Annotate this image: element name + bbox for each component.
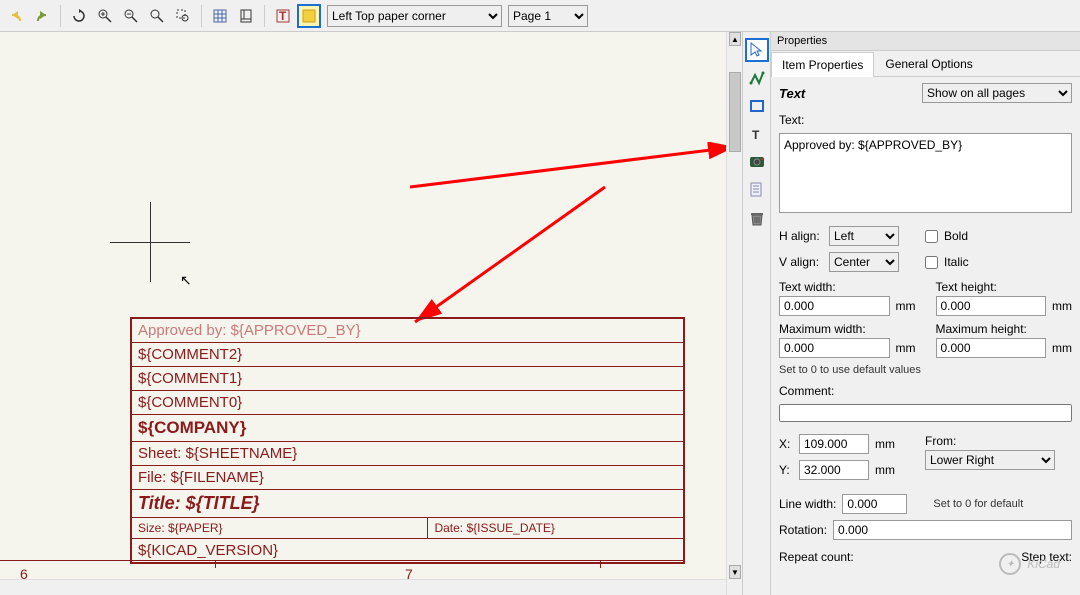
toolbar: T Left Top paper corner Page 1 [0, 0, 1080, 32]
italic-label: Italic [944, 255, 969, 269]
wechat-icon: ✦ [999, 553, 1021, 575]
from-label: From: [925, 434, 956, 448]
append-tool[interactable] [745, 178, 769, 202]
zoom-fit-button[interactable] [145, 4, 169, 28]
tab-item-properties[interactable]: Item Properties [771, 52, 874, 77]
panel-title: Properties [771, 32, 1080, 51]
zoom-out-button[interactable] [119, 4, 143, 28]
undo-button[interactable] [4, 4, 28, 28]
repeat-label: Repeat count: [779, 550, 854, 564]
maxheight-label: Maximum height: [936, 322, 1073, 336]
maxwidth-label: Maximum width: [779, 322, 916, 336]
vertical-scrollbar[interactable]: ▲ ▼ [726, 32, 742, 595]
comment-label: Comment: [779, 384, 834, 398]
x-input[interactable] [799, 434, 869, 454]
zoom-region-button[interactable] [171, 4, 195, 28]
scroll-up-icon[interactable]: ▲ [729, 32, 741, 46]
halign-label: H align: [779, 229, 823, 243]
properties-panel: Properties Item Properties General Optio… [770, 32, 1080, 595]
refresh-button[interactable] [67, 4, 91, 28]
page-select[interactable]: Page 1 [508, 5, 588, 27]
line-tool[interactable] [745, 66, 769, 90]
title-block-company: ${COMPANY} [132, 414, 683, 441]
title-block-approved: Approved by: ${APPROVED_BY} [132, 319, 683, 342]
textwidth-label: Text width: [779, 280, 916, 294]
title-block-comment2: ${COMMENT2} [132, 342, 683, 366]
title-block-version: ${KICAD_VERSION} [132, 538, 683, 562]
rotation-input[interactable] [833, 520, 1072, 540]
comment-input[interactable] [779, 404, 1072, 422]
italic-checkbox[interactable] [925, 256, 938, 269]
highlight-mode-button[interactable] [297, 4, 321, 28]
tool-palette: T [742, 32, 770, 595]
annotation-arrow [410, 142, 726, 192]
delete-tool[interactable] [745, 206, 769, 230]
svg-text:T: T [752, 128, 760, 142]
ruler-tick [600, 560, 601, 568]
maxheight-input[interactable] [936, 338, 1047, 358]
annotation-arrow [410, 182, 610, 332]
valign-select[interactable]: Center [829, 252, 899, 272]
maxwidth-input[interactable] [779, 338, 890, 358]
linewidth-label: Line width: [779, 497, 836, 511]
title-block-comment0: ${COMMENT0} [132, 390, 683, 414]
zoom-in-button[interactable] [93, 4, 117, 28]
title-block-size-date: Size: ${PAPER}Date: ${ISSUE_DATE} [132, 517, 683, 538]
textwidth-input[interactable] [779, 296, 890, 316]
default-note: Set to 0 to use default values [779, 364, 1072, 376]
horizontal-scrollbar[interactable] [0, 579, 726, 595]
title-block-file: File: ${FILENAME} [132, 465, 683, 489]
y-label: Y: [779, 463, 793, 477]
scroll-thumb[interactable] [729, 72, 741, 152]
rect-tool[interactable] [745, 94, 769, 118]
select-tool[interactable] [745, 38, 769, 62]
svg-text:T: T [279, 9, 287, 23]
from-select[interactable]: Lower Right [925, 450, 1055, 470]
title-block-title: Title: ${TITLE} [132, 489, 683, 517]
textheight-input[interactable] [936, 296, 1047, 316]
canvas-area[interactable]: ↖ Approved by: ${APPROVED_BY} ${COMMENT2… [0, 32, 726, 595]
show-on-pages-select[interactable]: Show on all pages [922, 83, 1072, 103]
bold-checkbox[interactable] [925, 230, 938, 243]
valign-label: V align: [779, 255, 823, 269]
x-label: X: [779, 437, 793, 451]
title-block-sheet: Sheet: ${SHEETNAME} [132, 441, 683, 465]
text-input[interactable] [779, 133, 1072, 213]
section-heading-text: Text [779, 86, 805, 101]
bold-label: Bold [944, 229, 968, 243]
linewidth-note: Set to 0 for default [933, 498, 1023, 510]
watermark: ✦ KiCad [999, 553, 1060, 575]
text-label: Text: [779, 113, 804, 127]
ruler-tick [215, 560, 216, 568]
title-block-comment1: ${COMMENT1} [132, 366, 683, 390]
tabs: Item Properties General Options [771, 51, 1080, 77]
redo-button[interactable] [30, 4, 54, 28]
textheight-label: Text height: [936, 280, 1073, 294]
rotation-label: Rotation: [779, 523, 827, 537]
text-tool[interactable]: T [745, 122, 769, 146]
image-tool[interactable] [745, 150, 769, 174]
ruler-edge [0, 560, 685, 561]
title-block[interactable]: Approved by: ${APPROVED_BY} ${COMMENT2} … [130, 317, 685, 564]
text-mode-button[interactable]: T [271, 4, 295, 28]
origin-select[interactable]: Left Top paper corner [327, 5, 502, 27]
y-input[interactable] [799, 460, 869, 480]
tab-general-options[interactable]: General Options [874, 51, 983, 76]
page-setup-button[interactable] [234, 4, 258, 28]
linewidth-input[interactable] [842, 494, 907, 514]
grid-button[interactable] [208, 4, 232, 28]
halign-select[interactable]: Left [829, 226, 899, 246]
scroll-down-icon[interactable]: ▼ [729, 565, 741, 579]
pointer-icon: ↖ [180, 272, 192, 289]
